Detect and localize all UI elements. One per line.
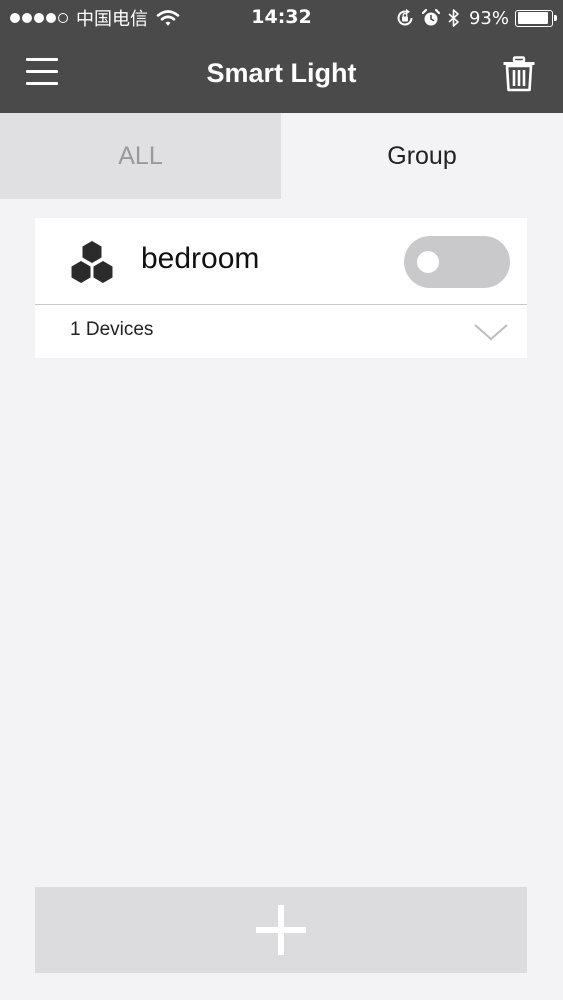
trash-icon: [503, 56, 535, 92]
bluetooth-icon: [448, 9, 459, 27]
alarm-icon: [421, 8, 441, 26]
battery-level: [517, 12, 549, 24]
chevron-down-icon: [474, 324, 508, 341]
group-card: bedroom 1 Devices: [35, 218, 527, 358]
tab-all[interactable]: ALL: [0, 113, 281, 199]
group-devices-row[interactable]: 1 Devices: [35, 305, 527, 358]
rotation-lock-icon: [397, 9, 413, 26]
group-name: bedroom: [141, 242, 260, 275]
group-power-toggle[interactable]: [404, 236, 510, 288]
header-bar: Smart Light: [0, 36, 563, 113]
battery-percentage: 93%: [468, 7, 509, 29]
tab-group[interactable]: Group: [281, 113, 563, 199]
tab-bar: ALL Group: [0, 113, 563, 199]
group-header[interactable]: bedroom: [35, 218, 527, 304]
hexagon-cluster-icon: [71, 241, 113, 283]
plus-icon: [256, 905, 306, 955]
device-count: 1 Devices: [70, 319, 154, 340]
delete-button[interactable]: [502, 56, 536, 92]
toggle-knob: [417, 251, 439, 273]
status-bar: 中国电信 14:32 93%: [0, 0, 563, 36]
page-title: Smart Light: [206, 58, 357, 88]
add-group-button[interactable]: [35, 887, 527, 973]
battery-icon: [515, 9, 557, 27]
status-bar-right: 93%: [389, 7, 557, 29]
